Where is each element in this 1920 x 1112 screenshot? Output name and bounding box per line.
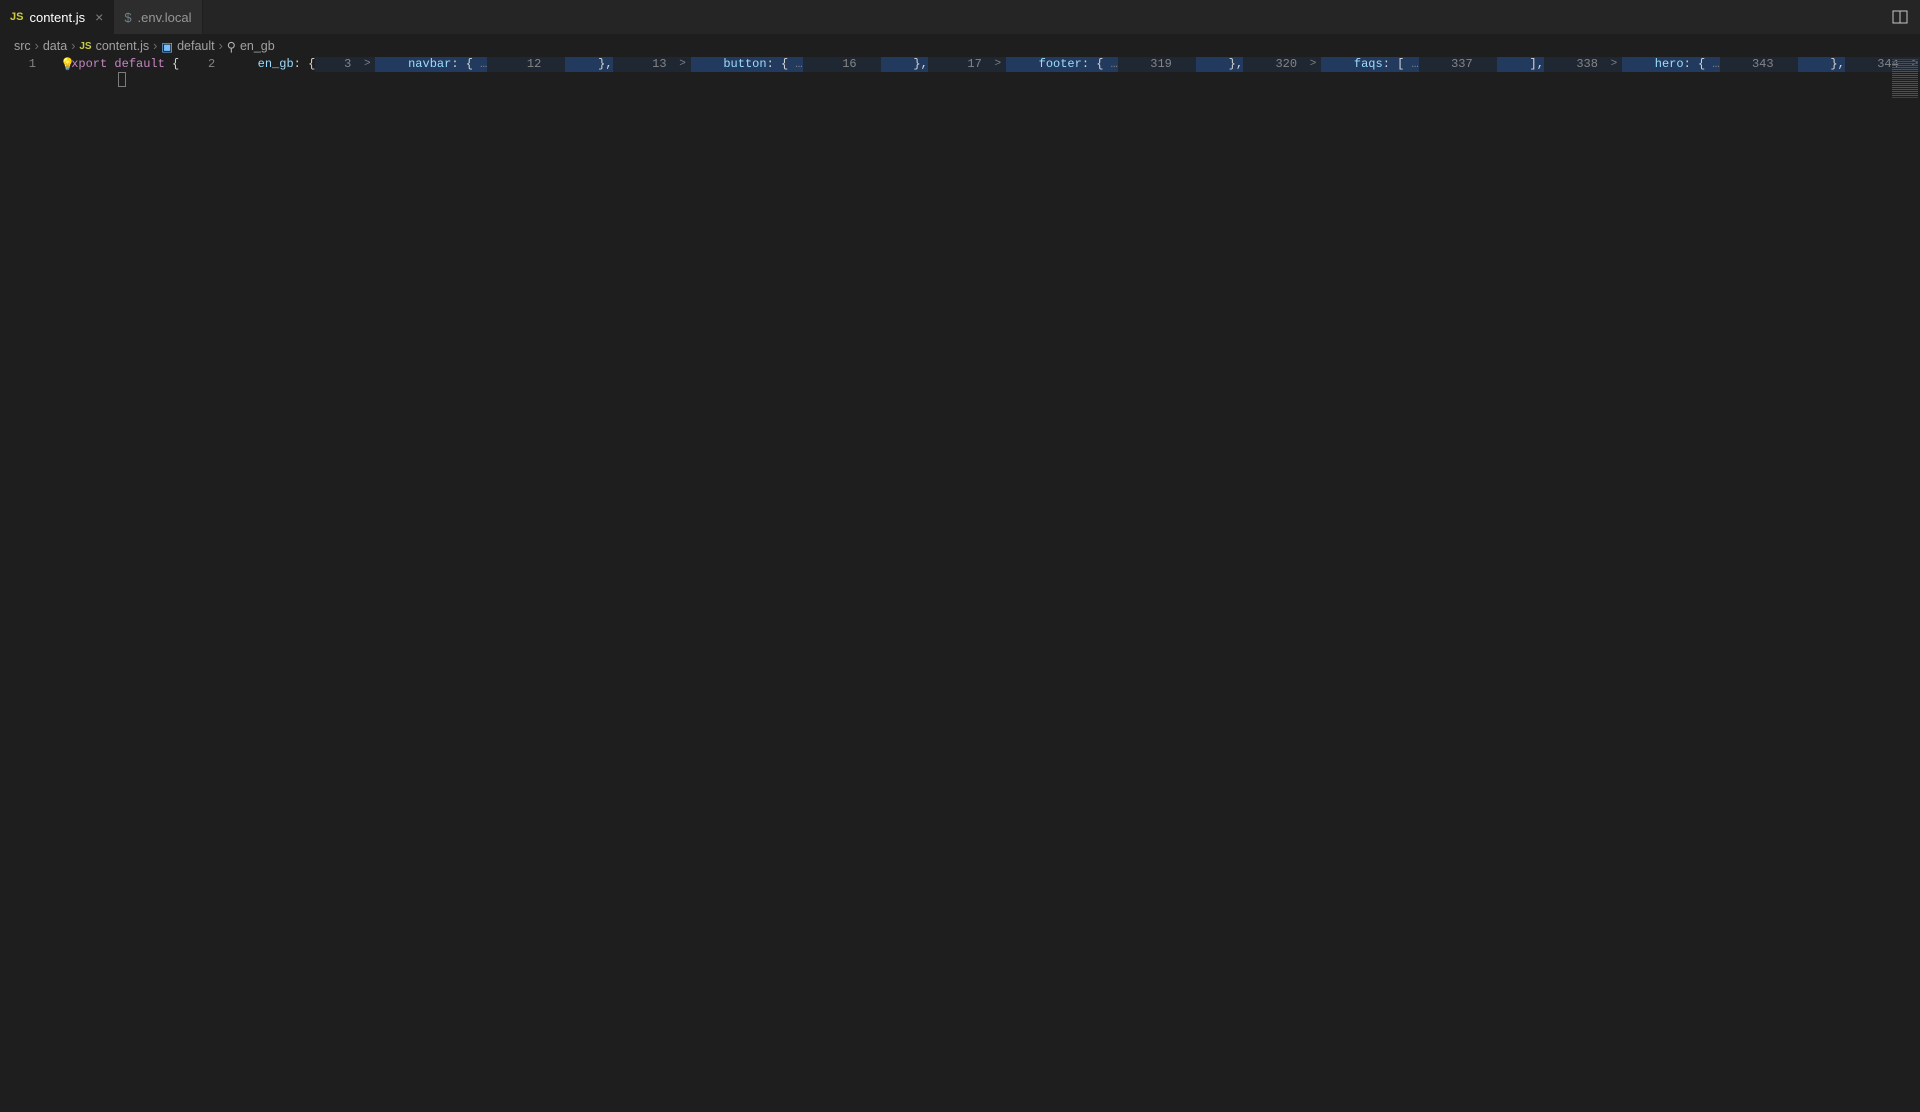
tab-label: .env.local xyxy=(138,10,192,25)
symbol-icon: ▣ xyxy=(161,39,173,54)
breadcrumb-symbol[interactable]: default xyxy=(177,39,215,53)
line-number: 17 xyxy=(946,57,990,72)
code-line[interactable]: 16 }, xyxy=(821,57,946,72)
code-content[interactable]: }, xyxy=(1196,57,1243,72)
fold-toggle xyxy=(44,57,60,72)
env-file-icon: $ xyxy=(124,10,131,25)
minimap[interactable] xyxy=(1890,57,1920,107)
code-content[interactable]: }, xyxy=(565,57,612,72)
symbol-icon: ⚲ xyxy=(227,39,236,54)
code-line[interactable]: 1 export default { xyxy=(0,57,179,72)
code-line[interactable]: 338> hero: { … xyxy=(1562,57,1738,72)
code-content[interactable]: export default { xyxy=(60,57,179,72)
code-content[interactable]: }, xyxy=(1798,57,1845,72)
code-line[interactable]: 337 ], xyxy=(1437,57,1562,72)
code-content[interactable]: footer: { … xyxy=(1006,57,1118,72)
close-icon[interactable]: × xyxy=(91,9,103,25)
code-editor[interactable]: 💡 1export default {2 en_gb: {3> navbar: … xyxy=(0,57,1920,72)
fold-toggle xyxy=(1481,57,1497,72)
chevron-right-icon: › xyxy=(35,39,39,53)
line-number: 16 xyxy=(821,57,865,72)
code-line[interactable]: 17> footer: { … xyxy=(946,57,1136,72)
tab-env-local[interactable]: $ .env.local xyxy=(114,0,202,34)
js-file-icon: JS xyxy=(79,41,91,52)
fold-toggle[interactable]: > xyxy=(990,57,1006,72)
code-line[interactable]: 12 }, xyxy=(505,57,630,72)
fold-toggle xyxy=(865,57,881,72)
fold-toggle xyxy=(1180,57,1196,72)
fold-toggle[interactable]: > xyxy=(1305,57,1321,72)
code-line[interactable]: 3> navbar: { … xyxy=(315,57,505,72)
fold-toggle xyxy=(549,57,565,72)
js-file-icon: JS xyxy=(10,11,23,23)
tab-content-js[interactable]: JS content.js × xyxy=(0,0,114,34)
tab-label: content.js xyxy=(29,10,85,25)
chevron-right-icon: › xyxy=(71,39,75,53)
code-line[interactable]: 13> button: { … xyxy=(631,57,821,72)
breadcrumb[interactable]: src › data › JS content.js › ▣ default ›… xyxy=(0,35,1920,57)
chevron-right-icon: › xyxy=(153,39,157,53)
code-content[interactable]: faqs: [ … xyxy=(1321,57,1419,72)
breadcrumb-symbol[interactable]: en_gb xyxy=(240,39,275,53)
breadcrumb-data[interactable]: data xyxy=(43,39,67,53)
chevron-right-icon: › xyxy=(219,39,223,53)
code-line[interactable]: 319 }, xyxy=(1136,57,1261,72)
fold-toggle[interactable]: > xyxy=(675,57,691,72)
line-number: 12 xyxy=(505,57,549,72)
code-content[interactable]: }, xyxy=(881,57,928,72)
breadcrumb-src[interactable]: src xyxy=(14,39,31,53)
code-line[interactable]: 2 en_gb: { xyxy=(179,57,315,72)
line-number: 343 xyxy=(1738,57,1782,72)
line-number: 13 xyxy=(631,57,675,72)
breadcrumb-file[interactable]: content.js xyxy=(96,39,150,53)
fold-toggle xyxy=(223,57,239,72)
tab-bar: JS content.js × $ .env.local xyxy=(0,0,1920,35)
line-number: 3 xyxy=(315,57,359,72)
fold-toggle xyxy=(1782,57,1798,72)
line-number: 319 xyxy=(1136,57,1180,72)
code-line[interactable]: 320> faqs: [ … xyxy=(1261,57,1437,72)
code-content[interactable]: button: { … xyxy=(691,57,803,72)
lightbulb-icon[interactable]: 💡 xyxy=(60,57,75,72)
code-content[interactable]: hero: { … xyxy=(1622,57,1720,72)
line-number: 2 xyxy=(179,57,223,72)
fold-toggle[interactable]: > xyxy=(359,57,375,72)
line-number: 338 xyxy=(1562,57,1606,72)
code-content[interactable]: navbar: { … xyxy=(375,57,487,72)
line-number: 1 xyxy=(0,57,44,72)
code-content[interactable]: ], xyxy=(1497,57,1544,72)
line-number: 337 xyxy=(1437,57,1481,72)
tab-actions xyxy=(1880,0,1920,34)
code-content[interactable]: en_gb: { xyxy=(239,57,315,72)
fold-toggle[interactable]: > xyxy=(1606,57,1622,72)
code-line[interactable]: 343 }, xyxy=(1738,57,1863,72)
line-number: 320 xyxy=(1261,57,1305,72)
split-editor-icon[interactable] xyxy=(1892,9,1908,25)
